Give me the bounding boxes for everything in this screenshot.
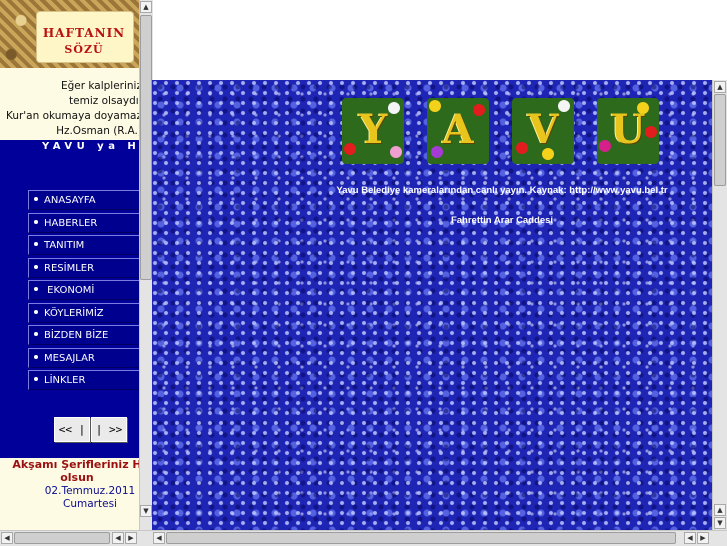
bullet-icon: [34, 219, 38, 224]
greeting-line-1: Akşamı Şerifleriniz H: [12, 458, 142, 471]
bullet-icon: [34, 287, 38, 291]
menu-item-resimler[interactable]: RESİMLER: [28, 257, 140, 278]
banner-title-line1: HAFTANIN: [42, 26, 126, 40]
right-frame-vertical-scrollbar[interactable]: ▲ ▲ ▼: [712, 80, 727, 530]
logo-tile-v: V: [512, 98, 574, 164]
street-name: Fahrettin Arar Caddesi: [450, 215, 554, 226]
bullet-icon: [34, 242, 38, 246]
bullet-icon: [34, 197, 38, 201]
scroll-right-icon[interactable]: ▶: [697, 532, 709, 544]
left-horizontal-scroll-thumb[interactable]: [14, 532, 110, 544]
menu-item-haberler[interactable]: HABERLER: [28, 212, 140, 233]
menu-item-label: ANASAYFA: [44, 195, 96, 206]
menu-item-label: EKONOMİ: [44, 285, 95, 296]
left-frame-horizontal-scrollbar[interactable]: ◀ ◀ ▶: [0, 530, 152, 546]
weekly-saying-banner: HAFTANIN SÖZÜ: [0, 0, 140, 68]
scroll-up-icon[interactable]: ▲: [714, 504, 726, 516]
scroll-up-icon[interactable]: ▲: [714, 81, 726, 93]
scroll-down-icon[interactable]: ▼: [140, 505, 152, 517]
weekly-quote: Eğer kalpleriniz temiz olsaydı, Kur'an o…: [0, 79, 142, 139]
weekday-text: Cumartesi: [63, 498, 117, 510]
scrolling-marquee: YAVU ya H: [42, 141, 141, 152]
logo-letter: Y: [358, 106, 388, 153]
menu-item-label: RESİMLER: [44, 262, 95, 274]
right-vertical-scroll-thumb[interactable]: [714, 94, 726, 186]
quote-line-2: temiz olsaydı,: [69, 95, 142, 107]
camera-caption: Yavu Belediye kameralarından canlı yayın…: [336, 185, 668, 196]
scroll-left-icon[interactable]: ◀: [684, 532, 696, 544]
main-menu: ANASAYFA HABERLER TANITIM RESİMLER EKONO…: [28, 190, 140, 393]
right-frame-horizontal-scrollbar[interactable]: ◀ ◀ ▶: [152, 530, 727, 546]
menu-item-label: TANITIM: [44, 240, 85, 251]
scroll-left-icon[interactable]: ◀: [1, 532, 13, 544]
left-frame: HAFTANIN SÖZÜ Eğer kalpleriniz temiz ols…: [0, 0, 152, 530]
menu-item-label: KÖYLERİMİZ: [44, 307, 104, 319]
menu-item-label: BİZDEN BİZE: [44, 330, 109, 341]
quote-line-3: Kur'an okumaya doyamaz: [5, 110, 142, 122]
quote-line-1: Eğer kalpleriniz: [60, 80, 142, 92]
previous-button[interactable]: << |: [54, 417, 90, 442]
greeting-text: Akşamı Şerifleriniz H olsun: [0, 458, 152, 484]
logo-tile-u: U: [597, 98, 659, 164]
menu-item-label: LİNKLER: [44, 375, 86, 386]
left-vertical-scroll-thumb[interactable]: [140, 15, 152, 280]
bullet-icon: [34, 264, 38, 269]
quote-author: Hz.Osman (R.A.): [56, 125, 142, 137]
menu-item-linkler[interactable]: LİNKLER: [28, 370, 140, 390]
logo-tile-y: Y: [342, 98, 404, 164]
menu-item-anasayfa[interactable]: ANASAYFA: [28, 190, 140, 210]
menu-item-ekonomi[interactable]: EKONOMİ: [28, 280, 140, 300]
greeting-line-2: olsun: [60, 471, 94, 484]
logo-letter: A: [442, 106, 474, 153]
date-display: 02.Temmuz.2011 Cumartesi: [0, 485, 152, 511]
menu-item-tanitim[interactable]: TANITIM: [28, 235, 140, 255]
next-button[interactable]: | >>: [91, 417, 127, 442]
logo-letter: U: [610, 106, 646, 153]
logo-tile-a: A: [427, 98, 489, 164]
right-horizontal-scroll-thumb[interactable]: [166, 532, 676, 544]
date-text: 02.Temmuz.2011: [44, 485, 136, 497]
left-frame-vertical-scrollbar[interactable]: ▲ ▼: [139, 0, 153, 530]
bullet-icon: [34, 332, 38, 336]
scroll-down-icon[interactable]: ▼: [714, 517, 726, 529]
scroll-up-icon[interactable]: ▲: [140, 1, 152, 13]
menu-item-bizden-bize[interactable]: BİZDEN BİZE: [28, 325, 140, 345]
bullet-icon: [34, 354, 38, 359]
menu-item-label: HABERLER: [44, 217, 98, 229]
scroll-left-icon[interactable]: ◀: [153, 532, 165, 544]
scroll-left-icon[interactable]: ◀: [112, 532, 124, 544]
banner-title-line2: SÖZÜ: [64, 43, 104, 56]
menu-item-mesajlar[interactable]: MESAJLAR: [28, 347, 140, 368]
scroll-right-icon[interactable]: ▶: [125, 532, 137, 544]
menu-item-koylerimiz[interactable]: KÖYLERİMİZ: [28, 302, 140, 323]
yavu-logo: Y A V U: [342, 98, 662, 166]
camera-frame: Y A V U Yavu Belediye kameralarından can…: [152, 80, 712, 530]
logo-letter: V: [527, 106, 559, 153]
bullet-icon: [34, 377, 38, 381]
menu-item-label: MESAJLAR: [44, 352, 95, 364]
bullet-icon: [34, 309, 38, 314]
